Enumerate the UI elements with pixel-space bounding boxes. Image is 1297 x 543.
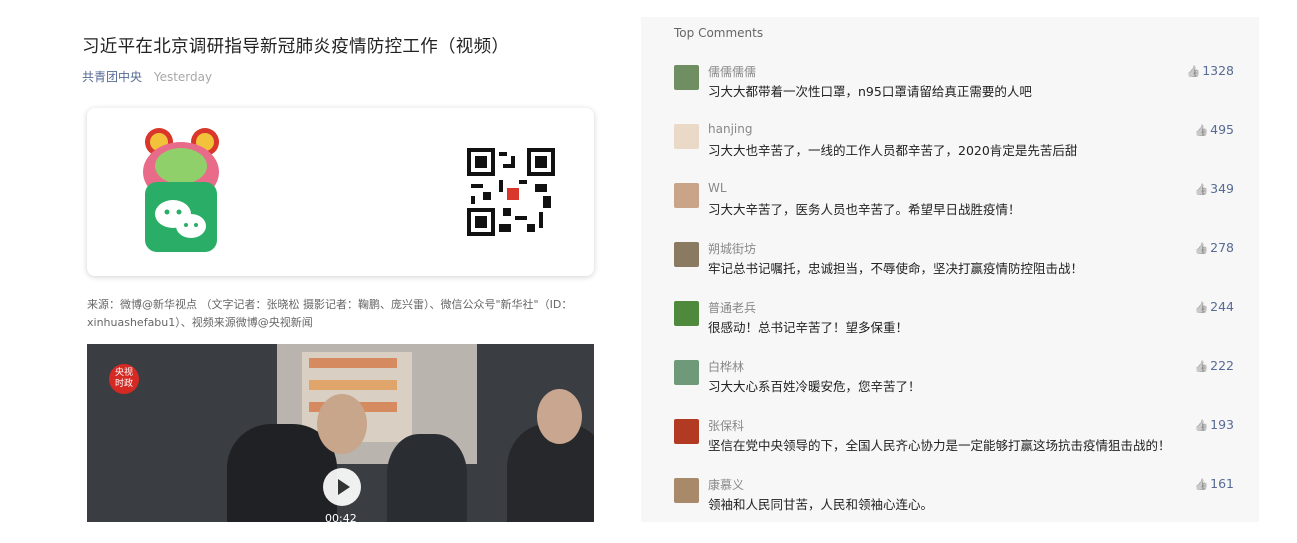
comment-text: 习大大心系百姓冷暖安危，您辛苦了！: [708, 379, 921, 394]
like-button[interactable]: 👍 349: [1194, 181, 1234, 196]
comment-text: 领袖和人民同甘苦，人民和领袖心连心。: [708, 497, 934, 512]
video-person: [387, 434, 467, 522]
thumbs-up-icon: 👍: [1194, 124, 1209, 137]
avatar[interactable]: [674, 183, 699, 208]
video-duration: 00:42: [325, 512, 357, 522]
like-button[interactable]: 👍 161: [1194, 476, 1234, 491]
source-credit: 来源：微博@新华视点 （文字记者：张晓松 摄影记者：鞠鹏、庞兴雷）、微信公众号"…: [87, 296, 597, 332]
comment-author[interactable]: 张保科: [708, 417, 744, 434]
comment-text: 习大大也辛苦了，一线的工作人员都辛苦了，2020肯定是先苦后甜: [708, 143, 1078, 158]
thumbs-up-icon: 👍: [1194, 301, 1209, 314]
like-button[interactable]: 👍 222: [1194, 358, 1234, 373]
wechat-follow-card[interactable]: [87, 108, 594, 276]
like-count: 222: [1210, 358, 1234, 373]
video-person-face: [317, 394, 367, 454]
comment-author[interactable]: 普通老兵: [708, 299, 756, 316]
thumbs-up-icon: 👍: [1194, 478, 1209, 491]
play-icon[interactable]: [323, 468, 361, 506]
comment-item: 张保科坚信在党中央领导的下，全国人民齐心协力是一定能够打赢这场抗击疫情狙击战的！…: [674, 417, 1234, 469]
avatar[interactable]: [674, 360, 699, 385]
comment-item: 普通老兵很感动！总书记辛苦了！望多保重！ 👍 244: [674, 299, 1234, 351]
wechat-mascot-icon: [143, 128, 219, 252]
comment-item: 白桦林习大大心系百姓冷暖安危，您辛苦了！ 👍 222: [674, 358, 1234, 410]
thumbs-up-icon: 👍: [1186, 65, 1201, 78]
cctv-logo: 央视 时政: [109, 364, 139, 394]
comment-author[interactable]: 康慕义: [708, 476, 744, 493]
video-board-stripe: [309, 380, 397, 390]
like-count: 495: [1210, 122, 1234, 137]
comments-panel: Top Comments 儒儒儒儒习大大都带着一次性口罩，n95口罩请留给真正需…: [641, 17, 1259, 522]
comment-text: 坚信在党中央领导的下，全国人民齐心协力是一定能够打赢这场抗击疫情狙击战的！: [708, 438, 1171, 453]
comment-author[interactable]: 朔城街坊: [708, 240, 756, 257]
comment-text: 习大大都带着一次性口罩，n95口罩请留给真正需要的人吧: [708, 84, 1032, 99]
like-button[interactable]: 👍 495: [1194, 122, 1234, 137]
comment-item: 朔城街坊牢记总书记嘱托，忠诚担当，不辱使命，坚决打赢疫情防控阻击战！ 👍 278: [674, 240, 1234, 292]
video-person-face: [537, 389, 582, 444]
thumbs-up-icon: 👍: [1194, 183, 1209, 196]
like-count: 1328: [1202, 63, 1234, 78]
avatar[interactable]: [674, 65, 699, 90]
avatar[interactable]: [674, 242, 699, 267]
comment-author[interactable]: 白桦林: [708, 358, 744, 375]
comment-item: 儒儒儒儒习大大都带着一次性口罩，n95口罩请留给真正需要的人吧 👍 1328: [674, 63, 1234, 115]
comment-text: 很感动！总书记辛苦了！望多保重！: [708, 320, 909, 335]
like-count: 244: [1210, 299, 1234, 314]
avatar[interactable]: [674, 124, 699, 149]
author-link[interactable]: 共青团中央: [82, 70, 142, 84]
avatar[interactable]: [674, 478, 699, 503]
article-panel: 习近平在北京调研指导新冠肺炎疫情防控工作（视频） 共青团中央 Yesterday: [0, 0, 640, 543]
source-line: xinhuashefabu1）、视频来源微博@央视新闻: [87, 316, 313, 329]
like-count: 193: [1210, 417, 1234, 432]
like-button[interactable]: 👍 278: [1194, 240, 1234, 255]
like-button[interactable]: 👍 1328: [1186, 63, 1234, 78]
comment-author[interactable]: hanjing: [708, 122, 752, 136]
comment-author[interactable]: 儒儒儒儒: [708, 63, 756, 80]
like-button[interactable]: 👍 193: [1194, 417, 1234, 432]
publish-time: Yesterday: [153, 70, 213, 84]
qr-code-icon: [467, 148, 555, 236]
article-title: 习近平在北京调研指导新冠肺炎疫情防控工作（视频）: [82, 37, 510, 57]
comment-item: hanjing 习大大也辛苦了，一线的工作人员都辛苦了，2020肯定是先苦后甜 👍 4…: [674, 122, 1234, 174]
comment-text: 习大大辛苦了，医务人员也辛苦了。希望早日战胜疫情！: [708, 202, 1021, 217]
video-board-stripe: [309, 358, 397, 368]
avatar[interactable]: [674, 301, 699, 326]
comment-item: WL 习大大辛苦了，医务人员也辛苦了。希望早日战胜疫情！ 👍 349: [674, 181, 1234, 233]
like-count: 161: [1210, 476, 1234, 491]
like-count: 278: [1210, 240, 1234, 255]
avatar[interactable]: [674, 419, 699, 444]
thumbs-up-icon: 👍: [1194, 360, 1209, 373]
comments-header: Top Comments: [674, 26, 764, 40]
source-line: 来源：微博@新华视点 （文字记者：张晓松 摄影记者：鞠鹏、庞兴雷）、微信公众号"…: [87, 298, 573, 311]
thumbs-up-icon: 👍: [1194, 242, 1209, 255]
comment-item: 康慕义领袖和人民同甘苦，人民和领袖心连心。 👍 161: [674, 476, 1234, 528]
video-player[interactable]: 央视 时政 00:42: [87, 344, 594, 522]
thumbs-up-icon: 👍: [1194, 419, 1209, 432]
article-meta: 共青团中央 Yesterday: [82, 68, 212, 85]
like-count: 349: [1210, 181, 1234, 196]
comment-text: 牢记总书记嘱托，忠诚担当，不辱使命，坚决打赢疫情防控阻击战！: [708, 261, 1084, 276]
like-button[interactable]: 👍 244: [1194, 299, 1234, 314]
comment-author[interactable]: WL: [708, 181, 727, 195]
